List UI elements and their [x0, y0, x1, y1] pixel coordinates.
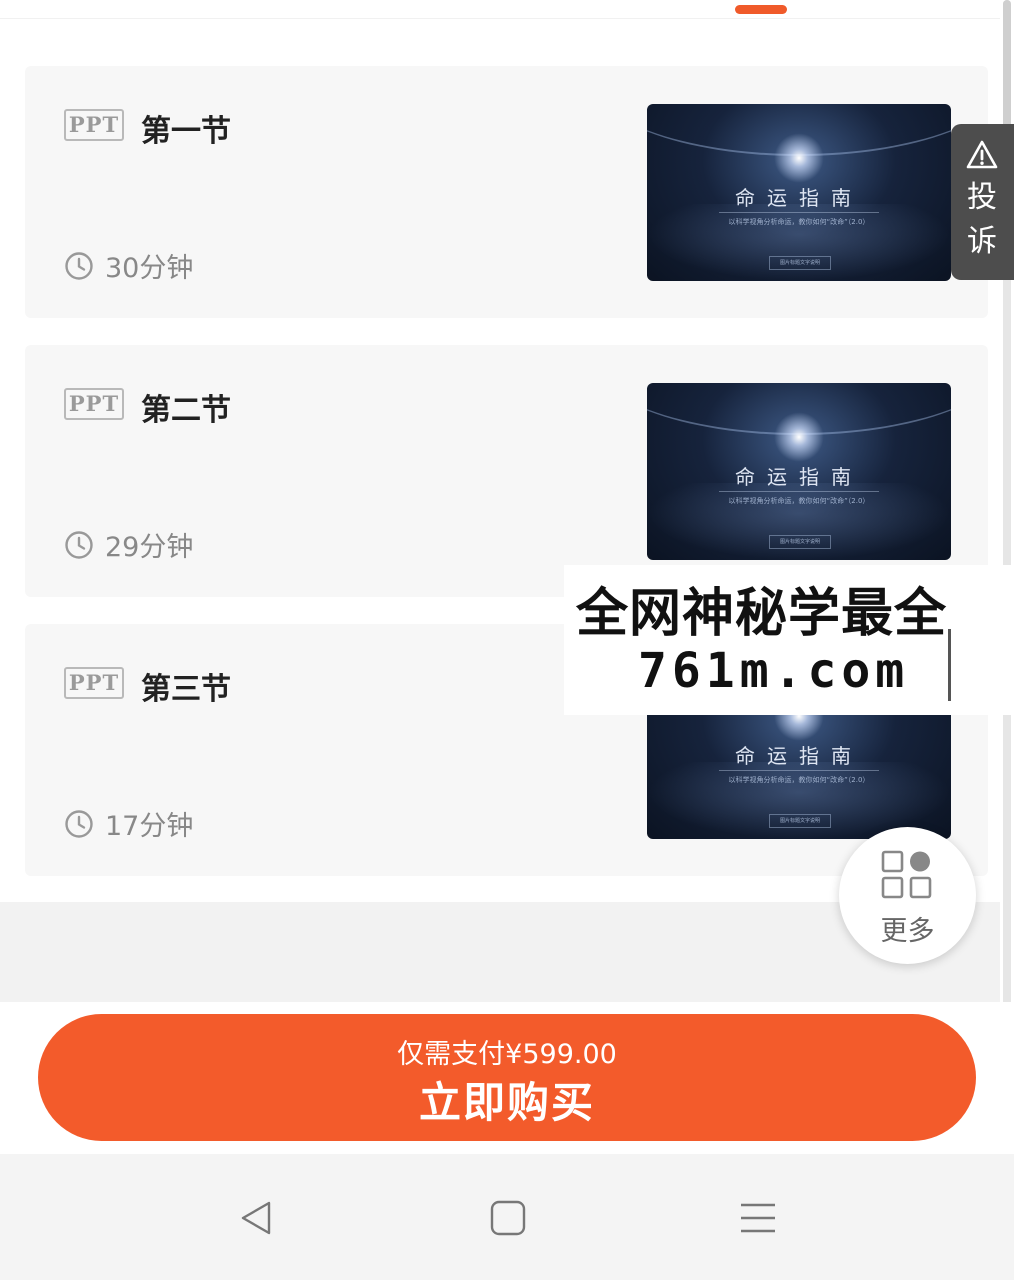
thumbnail-title: 命运指南 — [735, 186, 863, 210]
thumbnail-caption: 图片标题文字说明 — [769, 535, 831, 549]
lesson-thumbnail[interactable]: 命运指南 以科学视角分析命运，教你如何“改命”（2.0） 图片标题文字说明 — [647, 104, 951, 281]
thumbnail-subtitle: 以科学视角分析命运，教你如何“改命”（2.0） — [728, 497, 870, 505]
back-triangle-icon[interactable] — [236, 1198, 276, 1238]
clock-icon — [65, 531, 93, 559]
thumbnail-caption: 图片标题文字说明 — [769, 814, 831, 828]
menu-lines-icon[interactable] — [738, 1198, 778, 1238]
thumbnail-title: 命运指南 — [735, 744, 863, 768]
top-tab-strip — [0, 0, 1000, 19]
price-text: 仅需支付¥599.00 — [397, 1039, 617, 1070]
ppt-badge: PPT — [64, 667, 124, 699]
clock-icon — [65, 810, 93, 838]
more-label: 更多 — [880, 916, 935, 947]
lesson-duration: 29分钟 — [105, 532, 194, 563]
lesson-card[interactable]: PPT 第二节 29分钟 命运指南 以科学视角分析命运，教你如何“改命”（2.0… — [25, 345, 988, 597]
lesson-card[interactable]: PPT 第一节 30分钟 命运指南 以科学视角分析命运，教你如何“改命”（2.0… — [25, 66, 988, 318]
watermark-url: 761m.com — [638, 643, 910, 699]
clock-icon — [65, 252, 93, 280]
thumbnail-title: 命运指南 — [735, 465, 863, 489]
lesson-duration: 17分钟 — [105, 811, 194, 842]
text-cursor — [948, 629, 951, 701]
active-tab-indicator — [735, 5, 787, 14]
thumbnail-caption: 图片标题文字说明 — [769, 256, 831, 270]
buy-label: 立即购买 — [418, 1078, 595, 1127]
complaint-label: 投诉 — [967, 180, 997, 259]
watermark-overlay: 全网神秘学最全 761m.com — [564, 565, 1014, 715]
lesson-title: 第三节 — [141, 672, 231, 707]
thumbnail-subtitle: 以科学视角分析命运，教你如何“改命”（2.0） — [728, 218, 870, 226]
ppt-badge: PPT — [64, 109, 124, 141]
lesson-duration: 30分钟 — [105, 253, 194, 284]
lesson-title: 第二节 — [141, 393, 231, 428]
warning-icon — [966, 140, 998, 169]
buy-now-button[interactable]: 仅需支付¥599.00 立即购买 — [38, 1014, 976, 1141]
more-button[interactable]: 更多 — [839, 827, 976, 964]
lesson-thumbnail[interactable]: 命运指南 以科学视角分析命运，教你如何“改命”（2.0） 图片标题文字说明 — [647, 383, 951, 560]
complaint-button[interactable]: 投诉 — [951, 124, 1014, 280]
ppt-badge: PPT — [64, 388, 124, 420]
watermark-text: 全网神秘学最全 — [576, 584, 948, 644]
lesson-title: 第一节 — [141, 114, 231, 149]
home-square-icon[interactable] — [488, 1198, 528, 1238]
thumbnail-subtitle: 以科学视角分析命运，教你如何“改命”（2.0） — [728, 776, 870, 784]
system-nav-bar — [0, 1154, 1014, 1280]
grid-apps-icon — [881, 850, 932, 899]
